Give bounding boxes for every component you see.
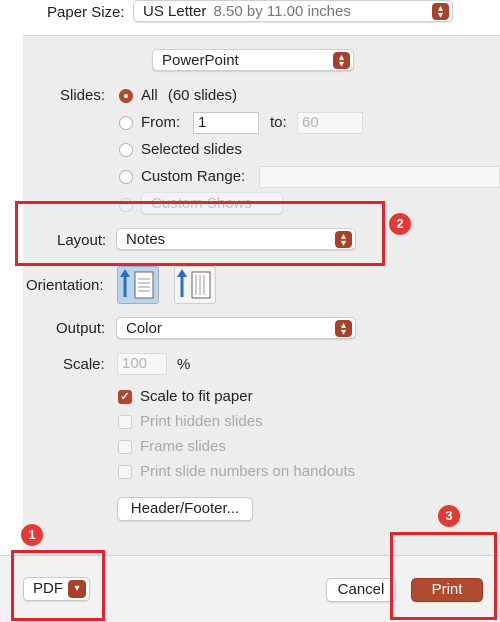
all-label: All bbox=[141, 87, 158, 104]
output-label: Output: bbox=[56, 320, 106, 337]
scale-field[interactable]: 100 bbox=[117, 353, 167, 375]
highlight-print bbox=[390, 532, 497, 620]
selected-slides-label: Selected slides bbox=[141, 141, 242, 158]
paper-size-detail: 8.50 by 11.00 inches bbox=[213, 3, 351, 20]
radio-custom-range[interactable] bbox=[119, 170, 133, 184]
portrait-orientation-icon bbox=[120, 269, 154, 299]
checkbox-frame-slides[interactable] bbox=[118, 440, 132, 454]
annotation-badge-3: 3 bbox=[438, 505, 460, 527]
orientation-landscape-button[interactable] bbox=[174, 266, 216, 304]
to-label: to: bbox=[270, 114, 287, 131]
checkbox-slide-numbers[interactable] bbox=[118, 465, 132, 479]
from-field[interactable]: 1 bbox=[193, 112, 259, 134]
slides-label: Slides: bbox=[60, 87, 106, 104]
landscape-orientation-icon bbox=[177, 269, 211, 299]
cancel-button[interactable]: Cancel bbox=[326, 578, 396, 602]
custom-range-field[interactable] bbox=[259, 166, 500, 188]
highlight-pdf bbox=[11, 550, 105, 621]
radio-all-slides[interactable] bbox=[119, 89, 133, 103]
chevron-updown-icon: ▴ ▾ bbox=[335, 320, 352, 337]
paper-size-value: US Letter bbox=[143, 3, 207, 20]
output-select[interactable]: Color ▴ ▾ bbox=[116, 317, 356, 339]
orientation-label: Orientation: bbox=[26, 277, 104, 294]
scale-unit: % bbox=[177, 356, 191, 373]
checkbox-hidden-slides[interactable] bbox=[118, 415, 132, 429]
all-slides-text: All (60 slides) bbox=[141, 87, 237, 104]
highlight-layout bbox=[15, 201, 385, 266]
radio-selected-slides[interactable] bbox=[119, 143, 133, 157]
paper-size-select[interactable]: US Letter 8.50 by 11.00 inches ▴ ▾ bbox=[133, 0, 453, 22]
custom-range-label: Custom Range: bbox=[141, 168, 246, 185]
hidden-slides-label: Print hidden slides bbox=[140, 413, 263, 430]
to-field[interactable]: 60 bbox=[297, 112, 363, 134]
app-section-value: PowerPoint bbox=[162, 52, 239, 69]
chevron-updown-icon: ▴ ▾ bbox=[333, 52, 350, 69]
header-footer-button[interactable]: Header/Footer... bbox=[117, 497, 253, 521]
orientation-portrait-button[interactable] bbox=[117, 266, 159, 304]
annotation-badge-2: 2 bbox=[389, 213, 411, 235]
all-detail: (60 slides) bbox=[167, 87, 238, 104]
annotation-badge-1: 1 bbox=[21, 524, 43, 546]
frame-slides-label: Frame slides bbox=[140, 438, 226, 455]
app-section-select[interactable]: PowerPoint ▴ ▾ bbox=[152, 49, 354, 71]
slide-numbers-label: Print slide numbers on handouts bbox=[140, 463, 356, 480]
scale-label: Scale: bbox=[63, 356, 105, 373]
scale-fit-label: Scale to fit paper bbox=[140, 388, 253, 405]
output-value: Color bbox=[126, 320, 162, 337]
radio-from[interactable] bbox=[119, 116, 133, 130]
checkbox-scale-fit[interactable]: ✓ bbox=[118, 390, 132, 404]
from-label: From: bbox=[141, 114, 181, 131]
paper-size-label: Paper Size: bbox=[47, 4, 125, 21]
chevron-updown-icon: ▴ ▾ bbox=[432, 3, 449, 20]
